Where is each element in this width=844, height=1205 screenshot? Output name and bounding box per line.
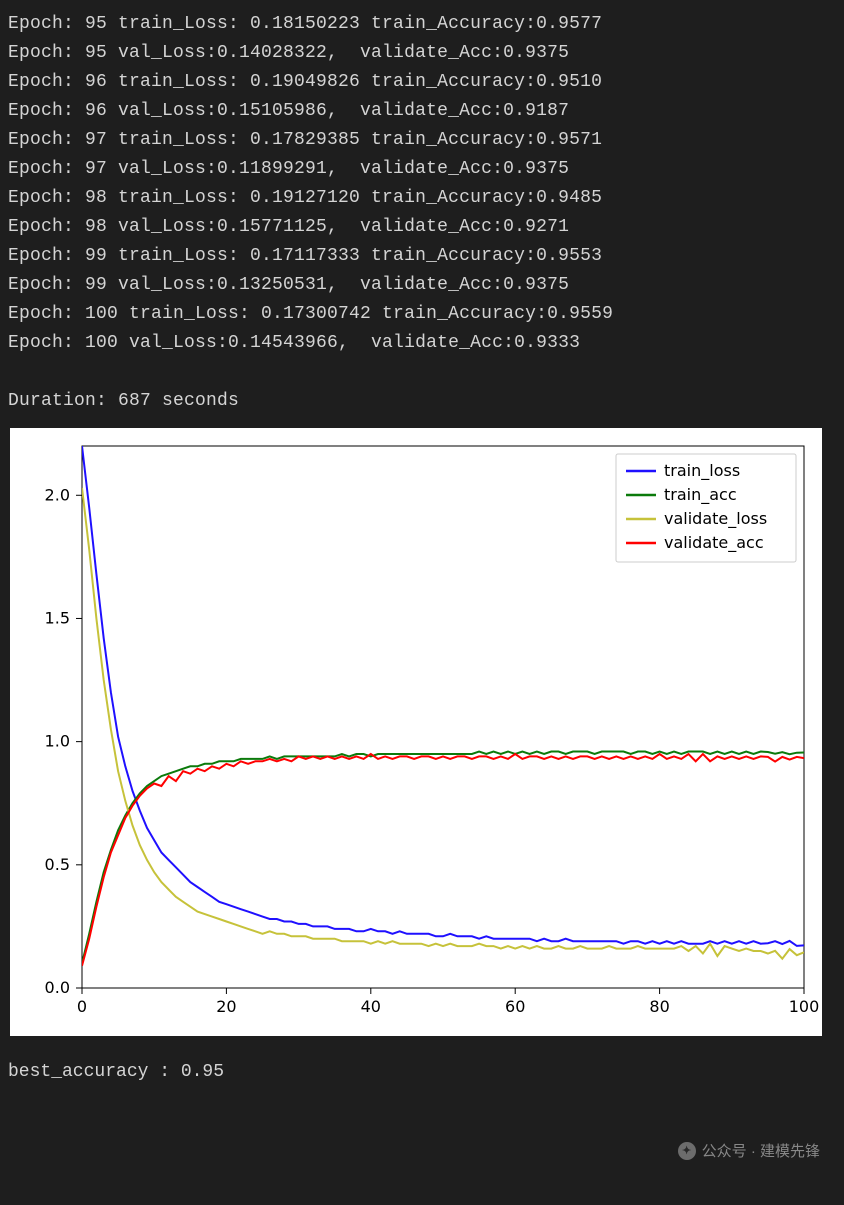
watermark-text: 公众号 · 建模先锋	[702, 1140, 820, 1161]
svg-text:80: 80	[649, 997, 669, 1016]
svg-text:100: 100	[789, 997, 820, 1016]
best-accuracy-line: best_accuracy : 0.95	[8, 1062, 224, 1082]
svg-text:60: 60	[505, 997, 525, 1016]
svg-text:train_loss: train_loss	[664, 461, 740, 481]
svg-text:0.5: 0.5	[45, 855, 70, 874]
svg-text:1.5: 1.5	[45, 608, 70, 627]
svg-text:0: 0	[77, 997, 87, 1016]
svg-text:0.0: 0.0	[45, 978, 70, 997]
console-output: Epoch: 95 train_Loss: 0.18150223 train_A…	[0, 0, 844, 416]
svg-text:1.0: 1.0	[45, 732, 70, 751]
svg-text:20: 20	[216, 997, 236, 1016]
training-chart: 0 20 40 60 80 100 0.0 0.5 1.0 1.5 2.0 train_losstra…	[10, 428, 822, 1036]
svg-text:2.0: 2.0	[45, 485, 70, 504]
svg-text:validate_loss: validate_loss	[664, 509, 767, 529]
footer-output: best_accuracy : 0.95	[0, 1044, 844, 1092]
svg-text:validate_acc: validate_acc	[664, 533, 764, 553]
wechat-icon: ✦	[678, 1142, 696, 1160]
watermark: ✦ 公众号 · 建模先锋	[678, 1140, 820, 1161]
svg-text:train_acc: train_acc	[664, 485, 737, 505]
svg-text:40: 40	[361, 997, 381, 1016]
